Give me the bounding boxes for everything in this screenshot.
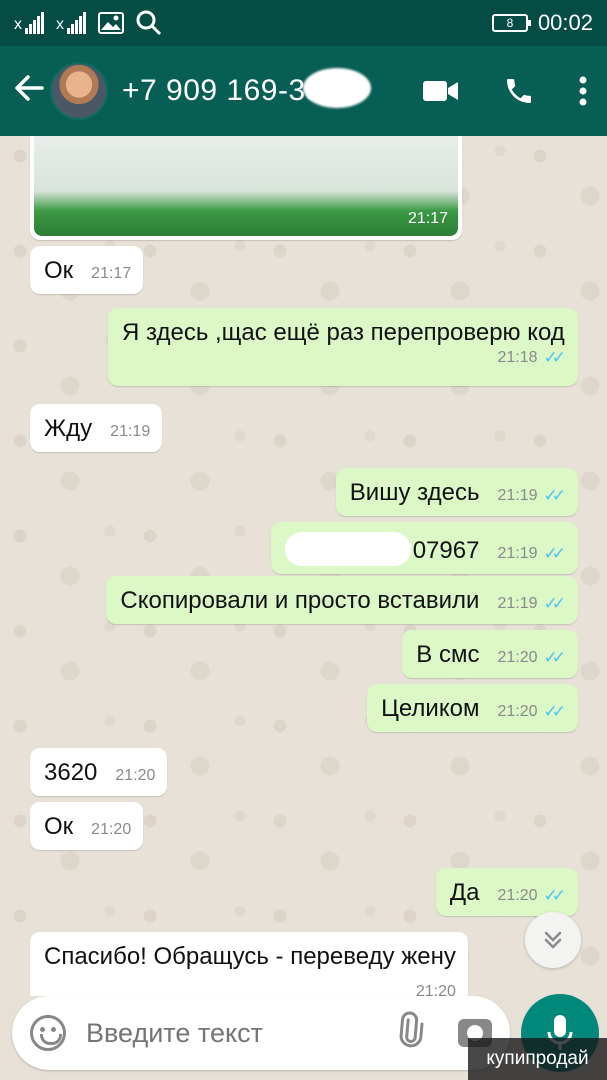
message-time: 21:18: [497, 349, 538, 366]
image-message[interactable]: 21:17: [30, 136, 462, 240]
message-time: 21:20: [91, 821, 132, 838]
read-ticks-icon: ✓✓: [543, 594, 566, 613]
message-outgoing[interactable]: Скопировали и просто вставили 21:19 ✓✓: [106, 576, 578, 624]
watermark: купипродай: [468, 1038, 607, 1080]
battery-icon: 8: [491, 14, 531, 32]
message-incoming[interactable]: Ок 21:17: [30, 246, 144, 294]
message-text: Да: [449, 879, 480, 906]
message-time: 21:17: [407, 210, 448, 227]
more-options-button[interactable]: [579, 76, 587, 106]
message-text: Вишу здесь: [349, 479, 480, 506]
message-incoming[interactable]: Жду 21:19: [30, 404, 163, 452]
search-icon: [136, 10, 162, 36]
message-outgoing[interactable]: В смс 21:20 ✓✓: [402, 630, 578, 678]
message-text: Жду: [44, 415, 93, 442]
more-vert-icon: [579, 76, 587, 106]
message-time: 21:19: [497, 595, 538, 612]
message-time: 21:20: [497, 703, 538, 720]
video-call-button[interactable]: [423, 79, 459, 103]
signal-sim1-icon: x: [14, 12, 44, 34]
attach-icon[interactable]: [388, 1007, 439, 1059]
voice-call-button[interactable]: [503, 75, 535, 107]
message-outgoing[interactable]: Да 21:20 ✓✓: [435, 868, 578, 916]
message-time: 21:19: [497, 487, 538, 504]
message-text: 07967: [412, 537, 480, 564]
message-incoming[interactable]: Ок 21:20: [30, 802, 144, 850]
message-outgoing[interactable]: Я здесь ,щас ещё раз перепроверю код 21:…: [108, 308, 578, 386]
avatar[interactable]: [50, 62, 108, 120]
redaction-blob: [284, 532, 411, 566]
scroll-down-button[interactable]: [525, 912, 581, 968]
message-time: 21:17: [91, 265, 132, 282]
clock: 00:02: [537, 10, 593, 35]
message-time: 21:20: [115, 767, 156, 784]
message-outgoing[interactable]: Вишу здесь 21:19 ✓✓: [335, 468, 578, 516]
message-time: 21:20: [415, 983, 456, 996]
read-ticks-icon: ✓✓: [543, 648, 566, 667]
message-time: 21:20: [497, 649, 538, 666]
gallery-icon: [98, 12, 124, 34]
signal-sim2-icon: x: [56, 12, 86, 34]
status-bar: x x 8 00:02: [0, 0, 607, 46]
message-outgoing[interactable]: 07967 21:19 ✓✓: [270, 522, 578, 574]
message-text: 3620: [44, 759, 98, 786]
message-text: Спасибо! Обращусь - переведу жену: [44, 943, 456, 970]
contact-name[interactable]: +7 909 169-33-: [122, 68, 372, 108]
redaction-blob: [303, 68, 372, 108]
chat-header: +7 909 169-33-: [0, 46, 607, 136]
battery-level: 8: [506, 16, 514, 30]
message-input[interactable]: [86, 1017, 366, 1049]
image-preview[interactable]: 21:17: [34, 136, 458, 236]
video-call-icon: [423, 81, 458, 101]
compose-bar: [12, 996, 510, 1070]
message-time: 21:19: [497, 545, 538, 562]
message-text: Целиком: [381, 695, 480, 722]
read-ticks-icon: ✓✓: [543, 702, 566, 721]
back-arrow-icon: [15, 75, 44, 101]
read-ticks-icon: ✓✓: [543, 886, 566, 905]
message-text: Ок: [44, 257, 74, 284]
message-outgoing[interactable]: Целиком 21:20 ✓✓: [367, 684, 578, 732]
read-ticks-icon: ✓✓: [543, 486, 566, 505]
message-text: В смс: [416, 641, 480, 668]
message-time: 21:20: [497, 887, 538, 904]
phone-icon: [507, 79, 531, 103]
message-incoming[interactable]: Спасибо! Обращусь - переведу жену 21:20: [30, 932, 468, 996]
emoji-icon[interactable]: [30, 1015, 66, 1051]
watermark-text: купипродай: [486, 1048, 589, 1069]
message-text: Ок: [44, 813, 74, 840]
contact-name-text: +7 909 169-33-: [122, 74, 334, 107]
chat-area[interactable]: 21:17 Ок 21:17 Я здесь ,щас ещё раз пере…: [0, 136, 607, 996]
read-ticks-icon: ✓✓: [543, 544, 566, 563]
back-button[interactable]: [14, 73, 48, 109]
message-text: Скопировали и просто вставили: [120, 587, 480, 614]
message-time: 21:19: [110, 423, 151, 440]
message-incoming[interactable]: 3620 21:20: [30, 748, 168, 796]
chevron-double-down-icon: [544, 931, 562, 949]
sim2-no-service: x: [56, 16, 64, 33]
message-text: Я здесь ,щас ещё раз перепроверю код: [122, 319, 565, 346]
read-ticks-icon: ✓✓: [543, 348, 566, 367]
sim1-no-service: x: [14, 16, 22, 33]
